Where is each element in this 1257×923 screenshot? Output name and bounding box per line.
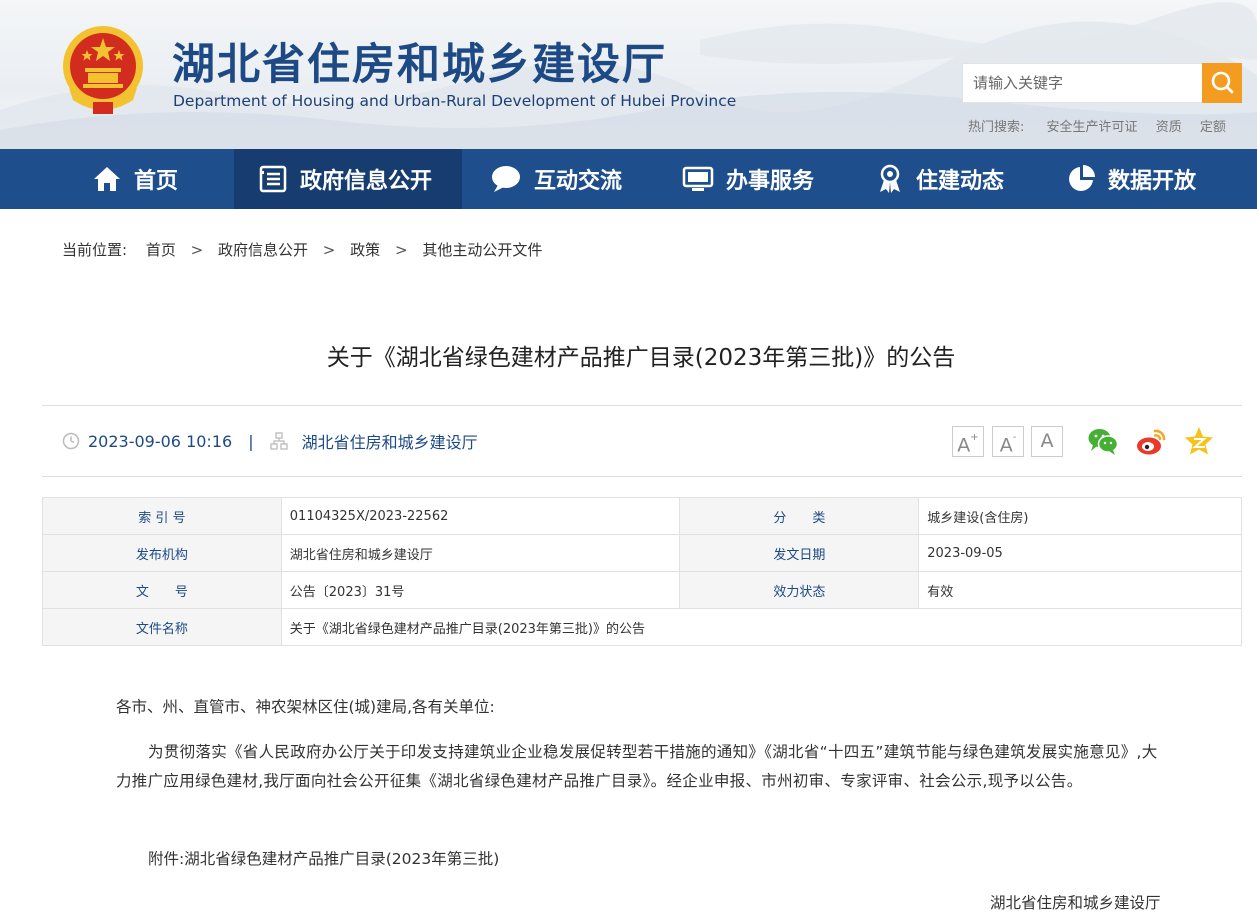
hot-search-link[interactable]: 资质 xyxy=(1156,120,1182,135)
breadcrumb-link[interactable]: 其他主动公开文件 xyxy=(422,241,542,259)
weibo-share-icon[interactable] xyxy=(1135,425,1167,457)
date-label: 发文日期 xyxy=(679,534,920,572)
nav-item-open-data[interactable]: 数据开放 xyxy=(1066,149,1196,209)
nav-item-home[interactable]: 首页 xyxy=(92,149,178,209)
breadcrumb-link[interactable]: 政府信息公开 xyxy=(218,241,308,259)
meta-divider: | xyxy=(248,431,254,451)
category-label: 分 类 xyxy=(679,497,920,535)
nav-item-services[interactable]: 办事服务 xyxy=(682,149,814,209)
document-list-icon xyxy=(259,165,287,193)
table-row: 索 引 号 01104325X/2023-22562 分 类 城乡建设(含住房) xyxy=(42,497,1242,535)
site-title: 湖北省住房和城乡建设厅 xyxy=(172,40,667,90)
hot-search-label: 热门搜索: xyxy=(968,120,1025,135)
document-info-table: 索 引 号 01104325X/2023-22562 分 类 城乡建设(含住房)… xyxy=(42,497,1243,646)
nav-label: 互动交流 xyxy=(534,169,623,194)
doc-number-label: 文 号 xyxy=(42,571,282,609)
search-input[interactable] xyxy=(963,64,1203,102)
publish-datetime: 2023-09-06 10:16 xyxy=(88,431,233,451)
hot-search-link[interactable]: 安全生产许可证 xyxy=(1047,120,1138,135)
body-greeting: 各市、州、直管市、神农架林区住(城)建局,各有关单位: xyxy=(116,698,495,716)
hot-search-row: 热门搜索: 安全生产许可证 资质 定额 xyxy=(968,116,1240,135)
chat-bubble-icon xyxy=(492,166,520,192)
article-title: 关于《湖北省绿色建材产品推广目录(2023年第三批)》的公告 xyxy=(326,345,956,371)
breadcrumb-prefix: 当前位置: xyxy=(62,241,128,259)
divider-line xyxy=(42,405,1242,406)
body-paragraph: 为贯彻落实《省人民政府办公厅关于印发支持建筑业企业稳发展促转型若干措施的通知》《… xyxy=(116,743,1158,790)
nav-label: 住建动态 xyxy=(916,169,1005,194)
font-increase-button[interactable]: A+ xyxy=(952,426,984,457)
wechat-share-icon[interactable] xyxy=(1087,425,1119,457)
search-button[interactable] xyxy=(1202,63,1242,103)
nav-label: 数据开放 xyxy=(1108,169,1197,194)
breadcrumb-separator: > xyxy=(394,241,408,259)
qzone-share-icon[interactable] xyxy=(1183,425,1215,457)
org-value: 湖北省住房和城乡建设厅 xyxy=(280,534,681,572)
nav-item-interaction[interactable]: 互动交流 xyxy=(490,149,622,209)
breadcrumb-link[interactable]: 首页 xyxy=(146,241,176,259)
file-name-value: 关于《湖北省绿色建材产品推广目录(2023年第三批)》的公告 xyxy=(280,608,1243,646)
file-name-label: 文件名称 xyxy=(42,608,282,646)
nav-item-gov-info[interactable]: 政府信息公开 xyxy=(234,149,462,209)
breadcrumb-separator: > xyxy=(322,241,336,259)
table-row: 文件名称 关于《湖北省绿色建材产品推广目录(2023年第三批)》的公告 xyxy=(42,608,1243,646)
site-header: 湖北省住房和城乡建设厅 Department of Housing and Ur… xyxy=(0,0,1257,149)
article-meta: 2023-09-06 10:16 | 湖北省住房和城乡建设厅 xyxy=(62,429,478,453)
main-nav: 首页 政府信息公开 互动交流 办事服务 住建动态 数据开放 xyxy=(0,149,1257,209)
search-box xyxy=(962,63,1242,103)
attachment-line: 附件:湖北省绿色建材产品推广目录(2023年第三批) xyxy=(116,845,1168,874)
date-value: 2023-09-05 xyxy=(918,534,1242,572)
signature: 湖北省住房和城乡建设厅 xyxy=(990,894,1161,912)
home-icon xyxy=(94,167,120,191)
status-label: 效力状态 xyxy=(679,571,920,609)
nav-item-news[interactable]: 住建动态 xyxy=(876,149,1004,209)
nav-label: 办事服务 xyxy=(726,169,815,194)
index-value: 01104325X/2023-22562 xyxy=(280,497,681,535)
search-icon xyxy=(1211,71,1234,94)
font-reset-button[interactable]: A xyxy=(1031,426,1063,457)
national-emblem-icon xyxy=(63,26,143,114)
org-structure-icon xyxy=(269,432,288,450)
table-row: 发布机构 湖北省住房和城乡建设厅 发文日期 2023-09-05 xyxy=(42,534,1242,572)
attachment-link[interactable]: 湖北省绿色建材产品推广目录(2023年第三批) xyxy=(184,850,499,868)
attachment-prefix: 附件: xyxy=(148,850,185,868)
monitor-icon xyxy=(682,166,714,191)
breadcrumb-separator: > xyxy=(190,241,204,259)
nav-label: 政府信息公开 xyxy=(300,169,433,194)
nav-label: 首页 xyxy=(134,169,179,194)
hot-search-link[interactable]: 定额 xyxy=(1200,120,1226,135)
index-label: 索 引 号 xyxy=(42,497,282,535)
status-value: 有效 xyxy=(918,571,1242,609)
org-label: 发布机构 xyxy=(42,534,282,572)
clock-icon xyxy=(62,432,80,450)
table-row: 文 号 公告〔2023〕31号 效力状态 有效 xyxy=(42,571,1242,609)
doc-number-value: 公告〔2023〕31号 xyxy=(280,571,681,609)
breadcrumb-link[interactable]: 政策 xyxy=(350,241,380,259)
site-subtitle: Department of Housing and Urban-Rural De… xyxy=(173,92,737,110)
pie-chart-icon xyxy=(1069,165,1095,191)
divider-line xyxy=(42,476,1242,477)
ribbon-badge-icon xyxy=(880,164,900,193)
breadcrumb: 当前位置: 首页 > 政府信息公开 > 政策 > 其他主动公开文件 xyxy=(62,239,542,260)
article-source: 湖北省住房和城乡建设厅 xyxy=(301,433,478,452)
font-decrease-button[interactable]: A- xyxy=(992,426,1024,457)
category-value: 城乡建设(含住房) xyxy=(918,497,1242,535)
